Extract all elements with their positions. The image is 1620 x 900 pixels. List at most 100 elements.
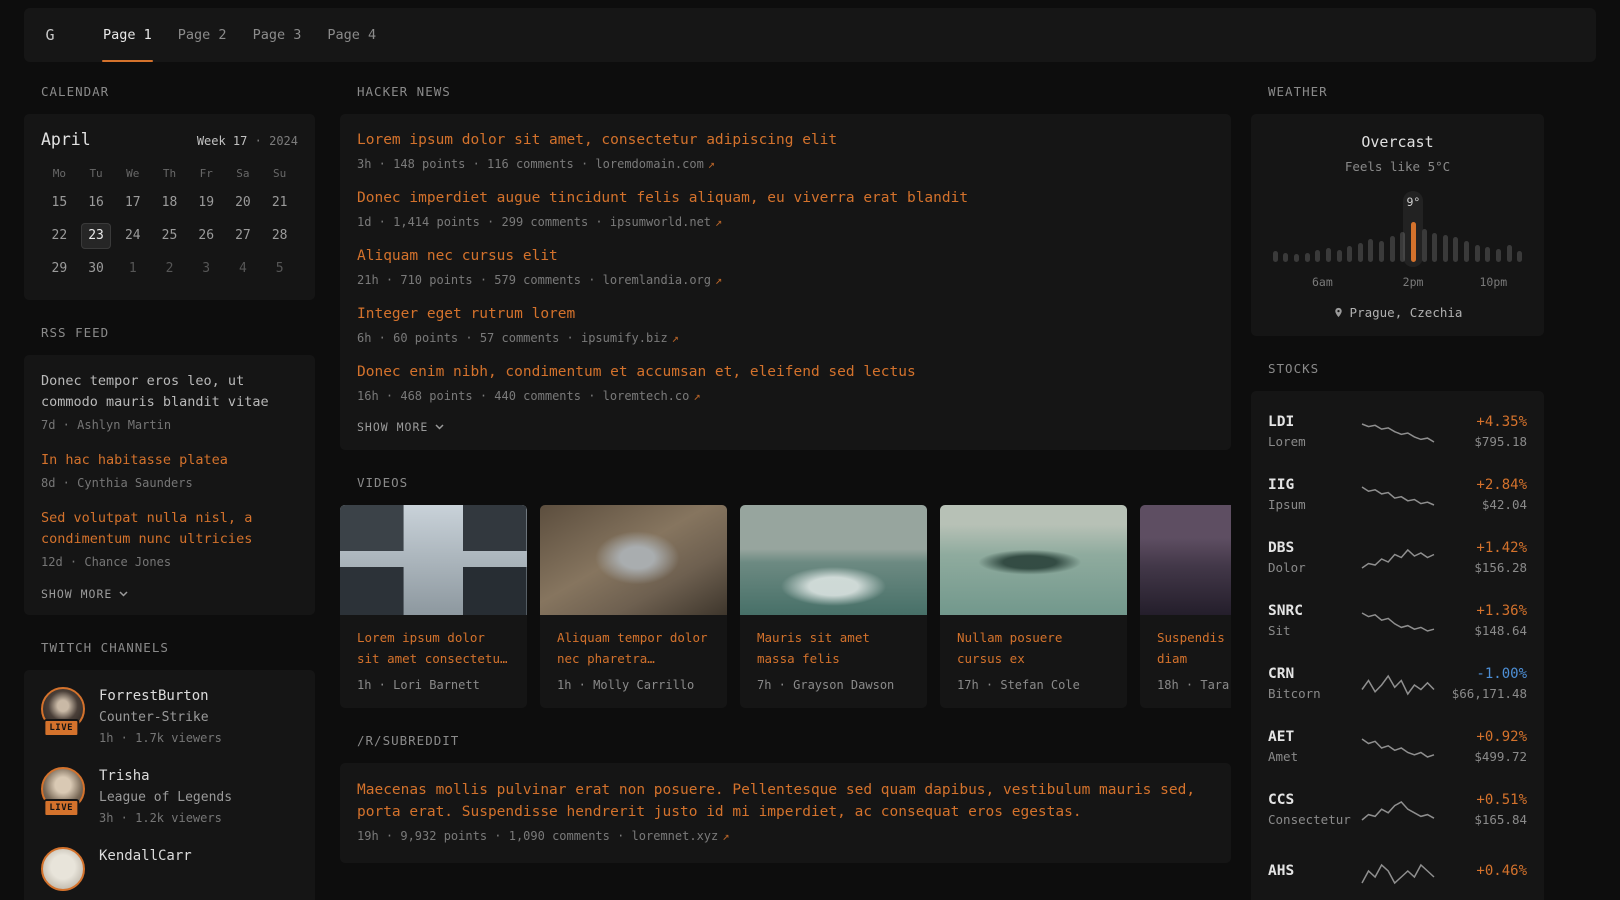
twitch-channel-row[interactable]: LIVE Trisha League of Legends 3h · 1.2k … [41,767,298,826]
stock-price: $66,171.48 [1436,686,1527,702]
subreddit-post-title[interactable]: Maecenas mollis pulvinar erat non posuer… [357,779,1214,823]
hackernews-item-source[interactable]: loremtech.co [603,389,690,403]
subreddit-post-source[interactable]: loremnet.xyz [632,829,719,843]
hackernews-item-title[interactable]: Donec imperdiet augue tincidunt felis al… [357,188,1214,209]
channel-avatar: LIVE [41,687,85,731]
external-link-icon[interactable]: ↗ [715,215,722,229]
calendar-day[interactable]: 17 [118,190,148,216]
video-thumbnail[interactable] [340,505,527,615]
external-link-icon[interactable]: ↗ [722,829,729,843]
calendar-day[interactable]: 30 [81,256,111,282]
calendar-day[interactable]: 26 [191,223,221,249]
hackernews-item-source[interactable]: loremlandia.org [603,273,711,287]
rss-item-title[interactable]: Sed volutpat nulla nisl, a condimentum n… [41,508,298,550]
rss-item-meta: 8d · Cynthia Saunders [41,475,298,491]
stock-symbol: AHS [1268,862,1360,880]
section-title-twitch: TWITCH CHANNELS [41,640,315,655]
video-title[interactable]: Mauris sit amet massa felis [757,627,910,669]
stock-row[interactable]: DBS Dolor +1.42% $156.28 [1268,526,1527,589]
calendar-card: April Week 17 · 2024 Mo Tu We Th Fr Sa S… [24,114,315,300]
calendar-day[interactable]: 16 [81,190,111,216]
stock-symbol: CRN [1268,665,1360,683]
weather-hour-bar [1472,191,1483,267]
stock-change: -1.00% [1436,665,1527,683]
page-tab[interactable]: Page 1 [90,8,165,62]
video-thumbnail[interactable] [1140,505,1231,615]
stock-symbol: AET [1268,728,1360,746]
calendar-day[interactable]: 15 [44,190,74,216]
hackernews-item-title[interactable]: Aliquam nec cursus elit [357,246,1214,267]
calendar-weekday-row: Mo Tu We Th Fr Sa Su [41,167,298,180]
weather-time-label: 2pm [1403,275,1424,289]
stock-row[interactable]: SNRC Sit +1.36% $148.64 [1268,589,1527,652]
rss-show-more-button[interactable]: SHOW MORE [41,587,298,601]
hackernews-item-meta: 1d · 1,414 points · 299 comments · ipsum… [357,214,1214,231]
weather-hour-bar [1451,191,1462,267]
hackernews-item-title[interactable]: Integer eget rutrum lorem [357,304,1214,325]
twitch-channel-row[interactable]: LIVE ForrestBurton Counter-Strike 1h · 1… [41,687,298,746]
twitch-channel-row[interactable]: KendallCarr [41,847,298,891]
page-tab-label: Page 2 [178,27,227,43]
hackernews-item-source[interactable]: ipsumworld.net [610,215,711,229]
stock-row[interactable]: LDI Lorem +4.35% $795.18 [1268,400,1527,463]
hackernews-item-title[interactable]: Donec enim nibh, condimentum et accumsan… [357,362,1214,383]
calendar-day[interactable]: 27 [228,223,258,249]
video-title[interactable]: Suspendis diam [1157,627,1231,669]
video-card: Mauris sit amet massa felis 7h · Grayson… [740,505,927,708]
calendar-day[interactable]: 1 [118,256,148,282]
calendar-day[interactable]: 29 [44,256,74,282]
stock-row[interactable]: CCS Consectetur +0.51% $165.84 [1268,778,1527,841]
channel-info: KendallCarr [99,847,192,891]
hackernews-item-stats: 21h · 710 points · 579 comments · [357,273,603,287]
calendar-day[interactable]: 24 [118,223,148,249]
calendar-day[interactable]: 21 [265,190,295,216]
weather-time-label: 6am [1312,275,1333,289]
video-thumbnail[interactable] [740,505,927,615]
external-link-icon[interactable]: ↗ [672,331,679,345]
rss-item-title[interactable]: Donec tempor eros leo, ut commodo mauris… [41,371,298,413]
video-title[interactable]: Lorem ipsum dolor sit amet consectetu… [357,627,510,669]
external-link-icon[interactable]: ↗ [708,157,715,171]
hackernews-item-source[interactable]: loremdomain.com [595,157,703,171]
hackernews-item-stats: 3h · 148 points · 116 comments · [357,157,595,171]
page-tab[interactable]: Page 3 [240,8,315,62]
stock-row[interactable]: IIG Ipsum +2.84% $42.04 [1268,463,1527,526]
video-thumbnail[interactable] [540,505,727,615]
video-thumbnail[interactable] [940,505,1127,615]
hackernews-show-more-button[interactable]: SHOW MORE [357,420,1214,434]
stock-row[interactable]: AHS +0.46% [1268,841,1527,900]
calendar-day-header: Fr [200,167,213,180]
calendar-day[interactable]: 4 [228,256,258,282]
video-title[interactable]: Aliquam tempor dolor nec pharetra… [557,627,710,669]
videos-widget: VIDEOS Lorem ipsum dolor sit amet consec… [340,475,1231,708]
calendar-day[interactable]: 3 [191,256,221,282]
rss-item-title[interactable]: In hac habitasse platea [41,450,298,471]
video-card: Suspendis diam 18h · Tara [1140,505,1231,708]
hackernews-item-title[interactable]: Lorem ipsum dolor sit amet, consectetur … [357,130,1214,151]
rss-item-meta: 7d · Ashlyn Martin [41,417,298,433]
external-link-icon[interactable]: ↗ [715,273,722,287]
calendar-day[interactable]: 5 [265,256,295,282]
hackernews-item-source[interactable]: ipsumify.biz [581,331,668,345]
hackernews-card: Lorem ipsum dolor sit amet, consectetur … [340,114,1231,450]
video-meta: 18h · Tara [1157,678,1231,692]
app-logo[interactable]: G [24,8,76,62]
page-tab[interactable]: Page 2 [165,8,240,62]
calendar-day[interactable]: 22 [44,223,74,249]
calendar-day[interactable]: 18 [154,190,184,216]
calendar-day[interactable]: 23 [81,223,111,249]
calendar-day[interactable]: 2 [154,256,184,282]
calendar-day[interactable]: 19 [191,190,221,216]
calendar-day[interactable]: 28 [265,223,295,249]
weather-hour-bar [1419,191,1430,267]
page-tab[interactable]: Page 4 [314,8,389,62]
weather-hour-bar [1366,191,1377,267]
weather-card: Overcast Feels like 5°C 9° 6am 2pm 10pm … [1251,114,1544,336]
stock-price: $148.64 [1436,623,1527,639]
stock-row[interactable]: AET Amet +0.92% $499.72 [1268,715,1527,778]
video-title[interactable]: Nullam posuere cursus ex [957,627,1110,669]
calendar-day[interactable]: 20 [228,190,258,216]
stock-row[interactable]: CRN Bitcorn -1.00% $66,171.48 [1268,652,1527,715]
calendar-day[interactable]: 25 [154,223,184,249]
external-link-icon[interactable]: ↗ [693,389,700,403]
